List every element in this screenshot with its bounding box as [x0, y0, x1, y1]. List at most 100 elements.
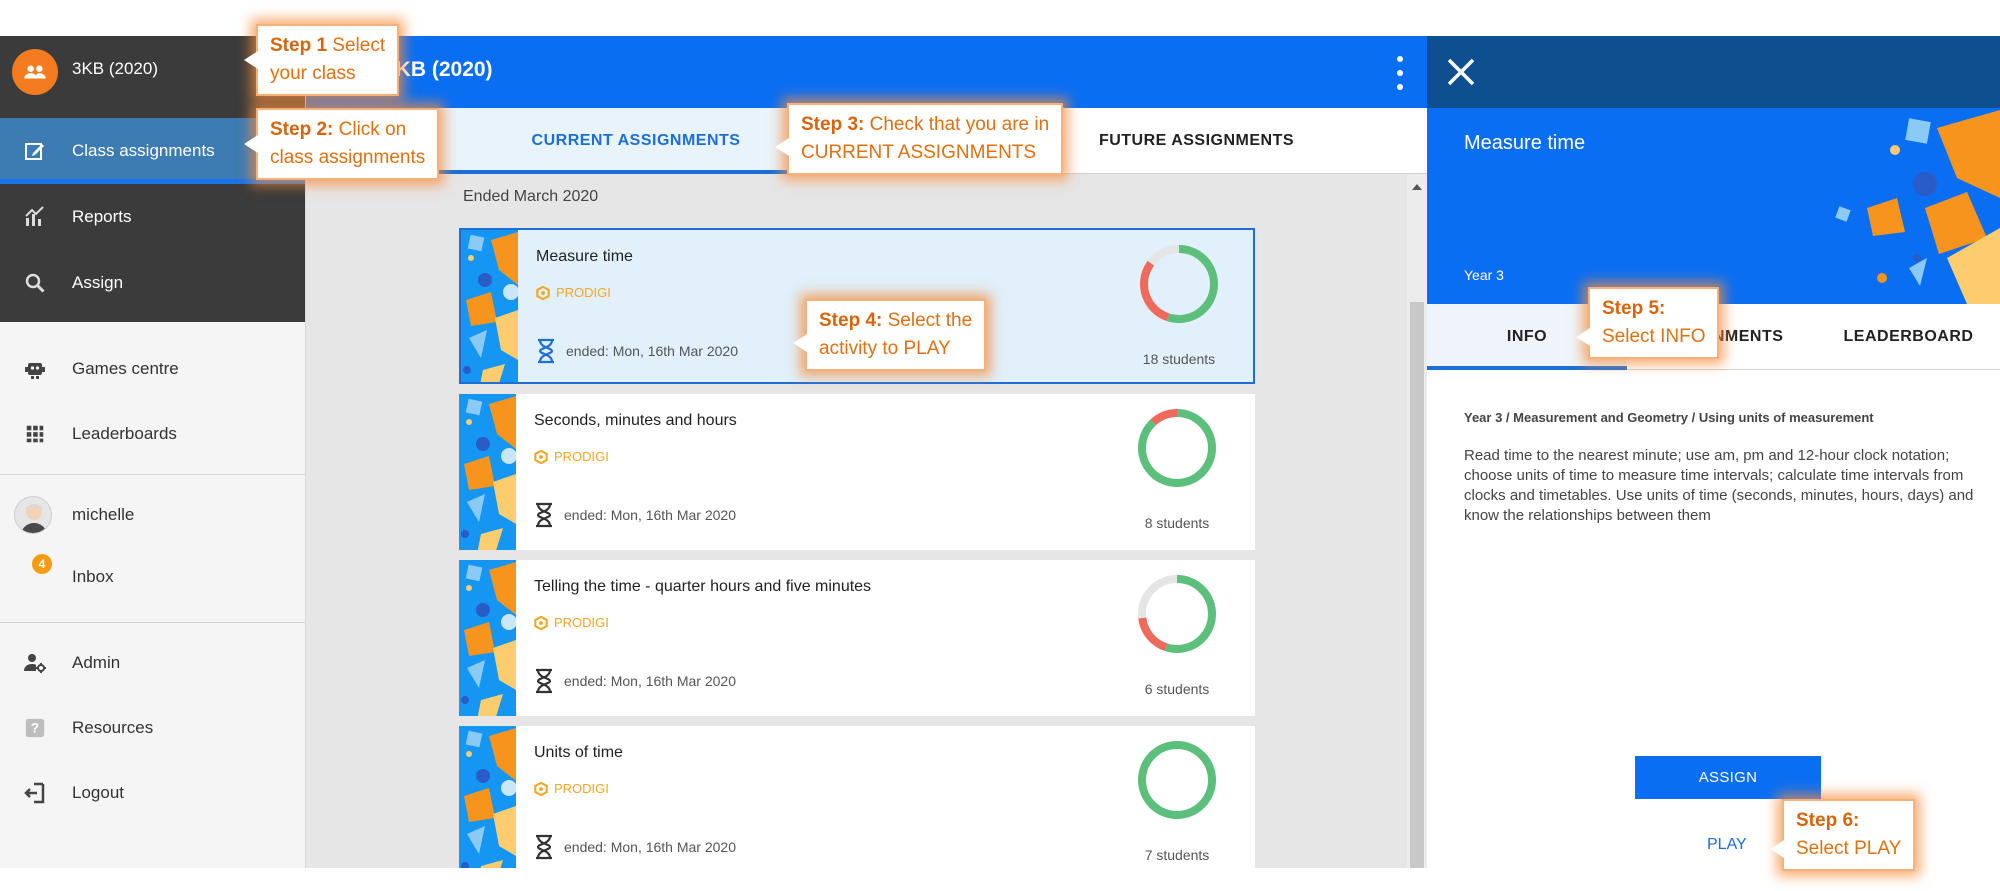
edit-icon [20, 136, 50, 166]
logout-icon [20, 778, 50, 808]
sidebar-item-label: Games centre [72, 359, 179, 378]
sidebar-item-leaderboards[interactable]: Leaderboards [0, 401, 305, 467]
play-link[interactable]: PLAY [1707, 836, 1747, 854]
tab-leaderboard[interactable]: LEADERBOARD [1817, 304, 2000, 370]
callout-step-4: Step 4: Select the activity to PLAY [793, 299, 987, 371]
callout-step-3: Step 3: Check that you are in CURRENT AS… [775, 103, 1064, 175]
callout-step-5: Step 5: Select INFO [1576, 287, 1720, 359]
grid-icon [20, 419, 50, 449]
assignment-end-date: ended: Mon, 16th Mar 2020 [534, 834, 736, 860]
end-date-text: ended: Mon, 16th Mar 2020 [566, 343, 739, 359]
activity-year: Year 3 [1464, 267, 1504, 283]
admin-icon [20, 648, 50, 678]
user-avatar [14, 496, 52, 534]
svg-text:?: ? [31, 721, 39, 736]
sidebar-item-label: Class assignments [72, 141, 215, 160]
sidebar-item-label: michelle [72, 505, 135, 524]
curriculum-breadcrumb: Year 3 / Measurement and Geometry / Usin… [1464, 410, 1874, 425]
prodigi-logo-icon [534, 615, 548, 630]
prodigi-logo-icon [534, 449, 548, 464]
activity-thumbnail [459, 726, 516, 868]
source-label: PRODIGI [554, 781, 609, 796]
help-icon: ? [20, 713, 50, 743]
assignment-card[interactable]: Telling the time - quarter hours and fiv… [459, 560, 1255, 716]
chart-icon [20, 202, 50, 232]
sidebar-item-reports[interactable]: Reports [0, 184, 305, 250]
sidebar-divider [0, 622, 305, 623]
sidebar-item-label: Leaderboards [72, 424, 177, 443]
scrollbar-thumb[interactable] [1410, 302, 1424, 868]
activity-banner: Measure time Year 3 [1427, 108, 2000, 304]
activity-thumbnail [459, 394, 516, 550]
page-title: 3KB (2020) [384, 58, 493, 81]
scrollbar[interactable] [1407, 174, 1427, 868]
close-icon[interactable] [1441, 52, 1481, 92]
sidebar-item-games-centre[interactable]: Games centre [0, 336, 305, 402]
panel-header [1427, 36, 2000, 108]
sidebar-item-assign[interactable]: Assign [0, 250, 305, 316]
end-date-text: ended: Mon, 16th Mar 2020 [564, 839, 737, 855]
end-date-text: ended: Mon, 16th Mar 2020 [564, 673, 737, 689]
sidebar-item-label: Inbox [72, 567, 114, 586]
scroll-up-icon[interactable] [1412, 184, 1422, 190]
source-label: PRODIGI [556, 285, 611, 300]
donut-complete-segment [1138, 409, 1216, 487]
assignment-source: PRODIGI [534, 615, 609, 630]
activity-title: Measure time [1464, 132, 1586, 154]
completion-donut [1138, 575, 1216, 653]
assignment-end-date: ended: Mon, 16th Mar 2020 [534, 502, 736, 528]
student-count: 6 students [1144, 681, 1210, 697]
activity-thumbnail [459, 560, 516, 716]
sidebar-item-label: Admin [72, 653, 121, 672]
prodigi-logo-icon [536, 285, 550, 300]
sidebar-item-inbox[interactable]: 4 Inbox [0, 544, 305, 610]
assignment-end-date: ended: Mon, 16th Mar 2020 [536, 338, 738, 364]
callout-step-1: Step 1 Select your class [244, 24, 400, 96]
activity-thumbnail [461, 230, 518, 382]
top-bar: 3KB (2020) [306, 36, 1427, 108]
assign-button[interactable]: ASSIGN [1635, 756, 1821, 799]
sidebar-item-user[interactable]: michelle [0, 482, 305, 548]
assignment-source: PRODIGI [534, 781, 609, 796]
sidebar-item-label: Logout [72, 783, 124, 802]
sidebar-item-resources[interactable]: ? Resources [0, 695, 305, 761]
sidebar-item-label: Reports [72, 207, 132, 226]
sidebar-item-logout[interactable]: Logout [0, 760, 305, 826]
hourglass-icon [536, 834, 552, 860]
donut-complete-segment [1138, 741, 1216, 819]
more-options-icon[interactable] [1395, 56, 1405, 90]
assignment-end-date: ended: Mon, 16th Mar 2020 [534, 668, 736, 694]
student-count: 7 students [1144, 847, 1210, 863]
source-label: PRODIGI [554, 449, 609, 464]
assignment-source: PRODIGI [536, 285, 611, 300]
completion-donut [1138, 741, 1216, 819]
robot-icon [20, 354, 50, 384]
sidebar-item-admin[interactable]: Admin [0, 630, 305, 696]
activity-description: Read time to the nearest minute; use am,… [1464, 447, 1974, 524]
assignment-card[interactable]: Seconds, minutes and hours PRODIGI ended: … [459, 394, 1255, 550]
assignment-card[interactable]: Units of time PRODIGI ended: Mon, 16th Mar… [459, 726, 1255, 868]
hourglass-icon [536, 502, 552, 528]
hourglass-icon [536, 668, 552, 694]
assignment-title: Units of time [534, 744, 623, 761]
detail-panel: Measure time Year 3 INFO ASSIGNMENTS LEA… [1427, 36, 2000, 868]
group-icon [12, 49, 58, 95]
assignment-source: PRODIGI [534, 449, 609, 464]
search-icon [20, 268, 50, 298]
class-name: 3KB (2020) [72, 59, 158, 78]
sidebar-item-label: Resources [72, 718, 154, 737]
end-date-text: ended: Mon, 16th Mar 2020 [564, 507, 737, 523]
student-count: 18 students [1142, 351, 1216, 367]
section-label: Ended March 2020 [463, 188, 599, 205]
sidebar-divider [0, 474, 305, 475]
callout-step-6: Step 6: Select PLAY [1770, 799, 1916, 871]
completion-donut [1138, 409, 1216, 487]
inbox-badge: 4 [32, 554, 52, 574]
student-count: 8 students [1144, 515, 1210, 531]
prodigi-logo-icon [534, 781, 548, 796]
completion-donut [1140, 245, 1218, 323]
source-label: PRODIGI [554, 615, 609, 630]
sidebar-item-label: Assign [72, 273, 124, 292]
assignment-title: Measure time [536, 248, 633, 265]
assignment-title: Seconds, minutes and hours [534, 412, 737, 429]
